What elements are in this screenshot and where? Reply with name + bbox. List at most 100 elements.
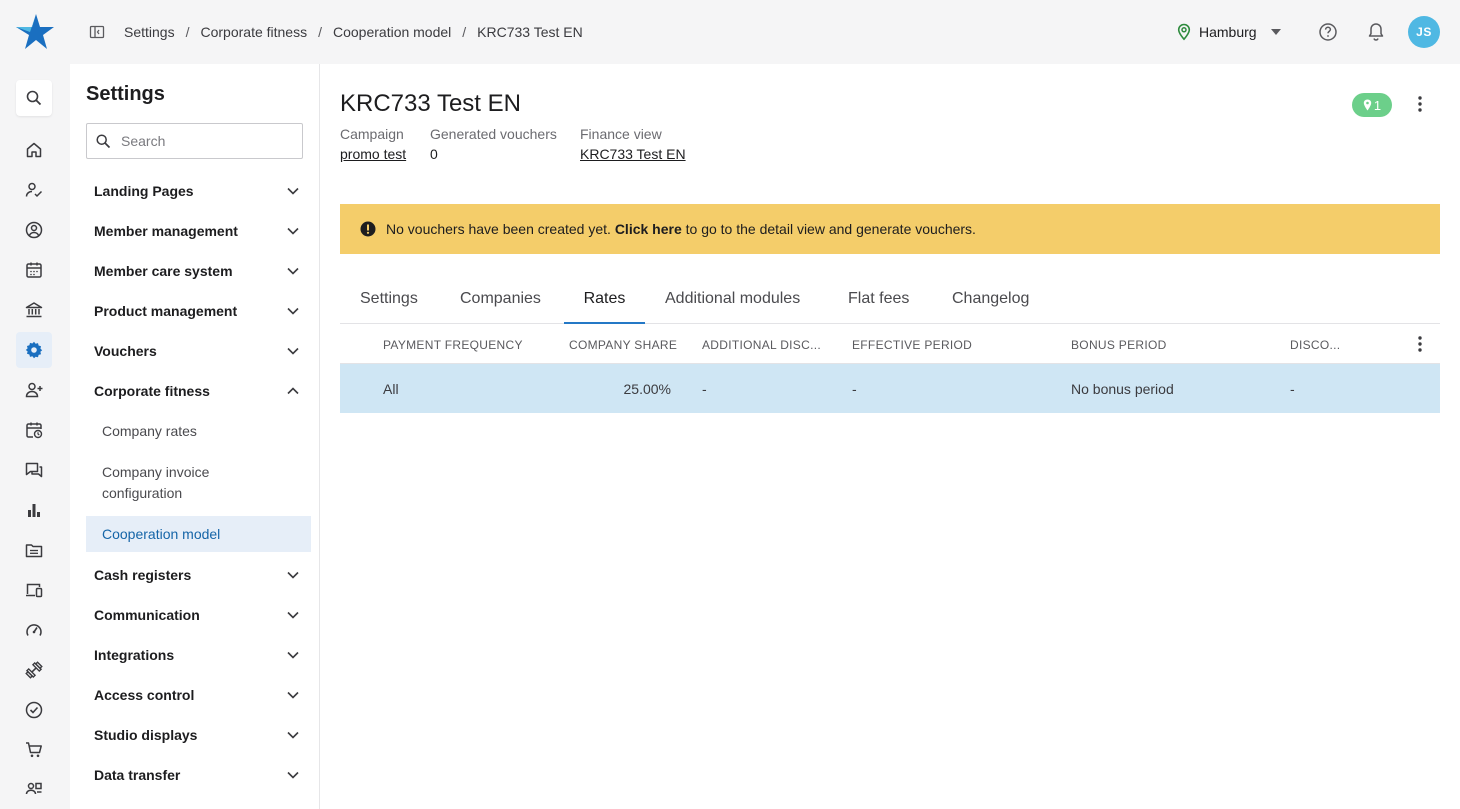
nav-item-data-transfer[interactable]: Data transfer xyxy=(86,757,311,793)
table-row[interactable]: All 25.00% - - No bonus period - xyxy=(340,364,1440,413)
gear-icon xyxy=(25,341,43,359)
rail-settings-button[interactable] xyxy=(16,332,52,368)
rail-shop-button[interactable] xyxy=(16,732,52,768)
user-plus-icon xyxy=(25,382,43,398)
rail-finance-button[interactable] xyxy=(16,292,52,328)
tab-bar: Settings Companies Rates Additional modu… xyxy=(340,278,1440,324)
cell-company-share: 25.00% xyxy=(623,381,671,397)
sidebar-toggle-icon[interactable] xyxy=(89,24,105,40)
rail-search-button[interactable] xyxy=(16,80,52,116)
cell-bonus-period: No bonus period xyxy=(1071,381,1174,397)
rail-members-button[interactable] xyxy=(16,212,52,248)
chevron-up-icon xyxy=(287,387,299,395)
column-header-payment-frequency[interactable]: PAYMENT FREQUENCY xyxy=(383,338,523,352)
help-icon[interactable] xyxy=(1318,22,1338,42)
chevron-down-icon xyxy=(287,267,299,275)
chevron-down-icon xyxy=(287,771,299,779)
breadcrumb-item-corporate-fitness[interactable]: Corporate fitness xyxy=(200,24,307,40)
cart-icon xyxy=(26,742,42,758)
user-check-icon xyxy=(25,182,43,198)
tab-rates[interactable]: Rates xyxy=(564,290,645,324)
rail-tasks-button[interactable] xyxy=(16,692,52,728)
rates-table: PAYMENT FREQUENCY COMPANY SHARE ADDITION… xyxy=(340,324,1440,413)
tab-settings[interactable]: Settings xyxy=(360,290,418,324)
brand-logo-icon[interactable] xyxy=(14,14,54,50)
table-options-icon[interactable] xyxy=(1410,334,1430,354)
sub-item-company-rates[interactable]: Company rates xyxy=(86,421,311,442)
column-header-discount[interactable]: DISCO... xyxy=(1290,338,1340,352)
tab-additional-modules[interactable]: Additional modules xyxy=(665,290,800,324)
nav-item-vouchers[interactable]: Vouchers xyxy=(86,333,311,369)
settings-panel: Settings Landing Pages Member management… xyxy=(70,64,320,809)
nav-item-label: Communication xyxy=(94,607,200,623)
column-header-bonus-period[interactable]: BONUS PERIOD xyxy=(1071,338,1167,352)
nav-item-label: Landing Pages xyxy=(94,183,194,199)
location-pin-icon xyxy=(1177,23,1191,41)
rail-analytics-button[interactable] xyxy=(16,492,52,528)
caret-down-icon xyxy=(1270,29,1281,35)
sub-item-cooperation-model[interactable]: Cooperation model xyxy=(86,516,311,552)
location-selector[interactable]: Hamburg xyxy=(1176,22,1281,42)
nav-item-label: Cash registers xyxy=(94,567,192,583)
column-header-additional-discount[interactable]: ADDITIONAL DISC... xyxy=(702,338,821,352)
chevron-down-icon xyxy=(287,347,299,355)
settings-search-input[interactable] xyxy=(121,133,291,149)
rail-checkin-button[interactable] xyxy=(16,172,52,208)
folder-icon xyxy=(25,544,43,558)
rail-appointments-button[interactable] xyxy=(16,412,52,448)
user-circle-icon xyxy=(25,221,43,239)
column-header-effective-period[interactable]: EFFECTIVE PERIOD xyxy=(852,338,972,352)
location-name: Hamburg xyxy=(1199,24,1257,40)
nav-item-label: Member management xyxy=(94,223,238,239)
chevron-down-icon xyxy=(287,227,299,235)
breadcrumb-item-settings[interactable]: Settings xyxy=(124,24,175,40)
search-icon xyxy=(26,90,42,106)
settings-search[interactable] xyxy=(86,123,303,159)
nav-item-integrations[interactable]: Integrations xyxy=(86,637,311,673)
nav-item-product-management[interactable]: Product management xyxy=(86,293,311,329)
nav-item-communication[interactable]: Communication xyxy=(86,597,311,633)
alert-click-here-link[interactable]: Click here xyxy=(615,221,682,237)
tab-flat-fees[interactable]: Flat fees xyxy=(848,290,909,324)
nav-item-access-control[interactable]: Access control xyxy=(86,677,311,713)
column-header-company-share[interactable]: COMPANY SHARE xyxy=(569,338,677,352)
meta-finance-view: Finance view KRC733 Test EN xyxy=(580,126,686,162)
rail-calendar-button[interactable] xyxy=(16,252,52,288)
people-icon xyxy=(25,782,42,795)
chat-icon xyxy=(25,462,43,478)
avatar[interactable]: JS xyxy=(1408,16,1440,48)
rail-home-button[interactable] xyxy=(16,132,52,168)
nav-item-label: Integrations xyxy=(94,647,175,663)
meta-label: Generated vouchers xyxy=(430,126,557,142)
nav-item-landing-pages[interactable]: Landing Pages xyxy=(86,173,311,209)
breadcrumb-separator: / xyxy=(462,24,467,40)
finance-view-link[interactable]: KRC733 Test EN xyxy=(580,146,686,162)
more-options-icon[interactable] xyxy=(1410,94,1430,114)
rail-staff-button[interactable] xyxy=(16,772,52,808)
bell-icon[interactable] xyxy=(1367,22,1385,42)
campaign-link[interactable]: promo test xyxy=(340,146,406,162)
rail-documents-button[interactable] xyxy=(16,532,52,568)
sub-item-company-invoice-configuration[interactable]: Company invoice configuration xyxy=(86,462,266,504)
icon-rail xyxy=(0,64,70,809)
location-count-badge[interactable]: 1 xyxy=(1352,93,1392,117)
rail-training-button[interactable] xyxy=(16,652,52,688)
rail-devices-button[interactable] xyxy=(16,572,52,608)
breadcrumb-separator: / xyxy=(318,24,322,40)
nav-item-cash-registers[interactable]: Cash registers xyxy=(86,557,311,593)
nav-item-member-care-system[interactable]: Member care system xyxy=(86,253,311,289)
cell-payment-frequency: All xyxy=(383,381,399,397)
tab-companies[interactable]: Companies xyxy=(460,290,541,324)
nav-item-label: Member care system xyxy=(94,263,233,279)
nav-item-member-management[interactable]: Member management xyxy=(86,213,311,249)
rail-performance-button[interactable] xyxy=(16,612,52,648)
rail-messages-button[interactable] xyxy=(16,452,52,488)
settings-title: Settings xyxy=(86,83,165,105)
breadcrumb-item-cooperation-model[interactable]: Cooperation model xyxy=(333,24,451,40)
nav-item-corporate-fitness[interactable]: Corporate fitness xyxy=(86,373,311,409)
generated-vouchers-count: 0 xyxy=(430,146,438,162)
cell-effective-period: - xyxy=(852,381,857,397)
tab-changelog[interactable]: Changelog xyxy=(952,290,1029,324)
rail-leads-button[interactable] xyxy=(16,372,52,408)
nav-item-studio-displays[interactable]: Studio displays xyxy=(86,717,311,753)
